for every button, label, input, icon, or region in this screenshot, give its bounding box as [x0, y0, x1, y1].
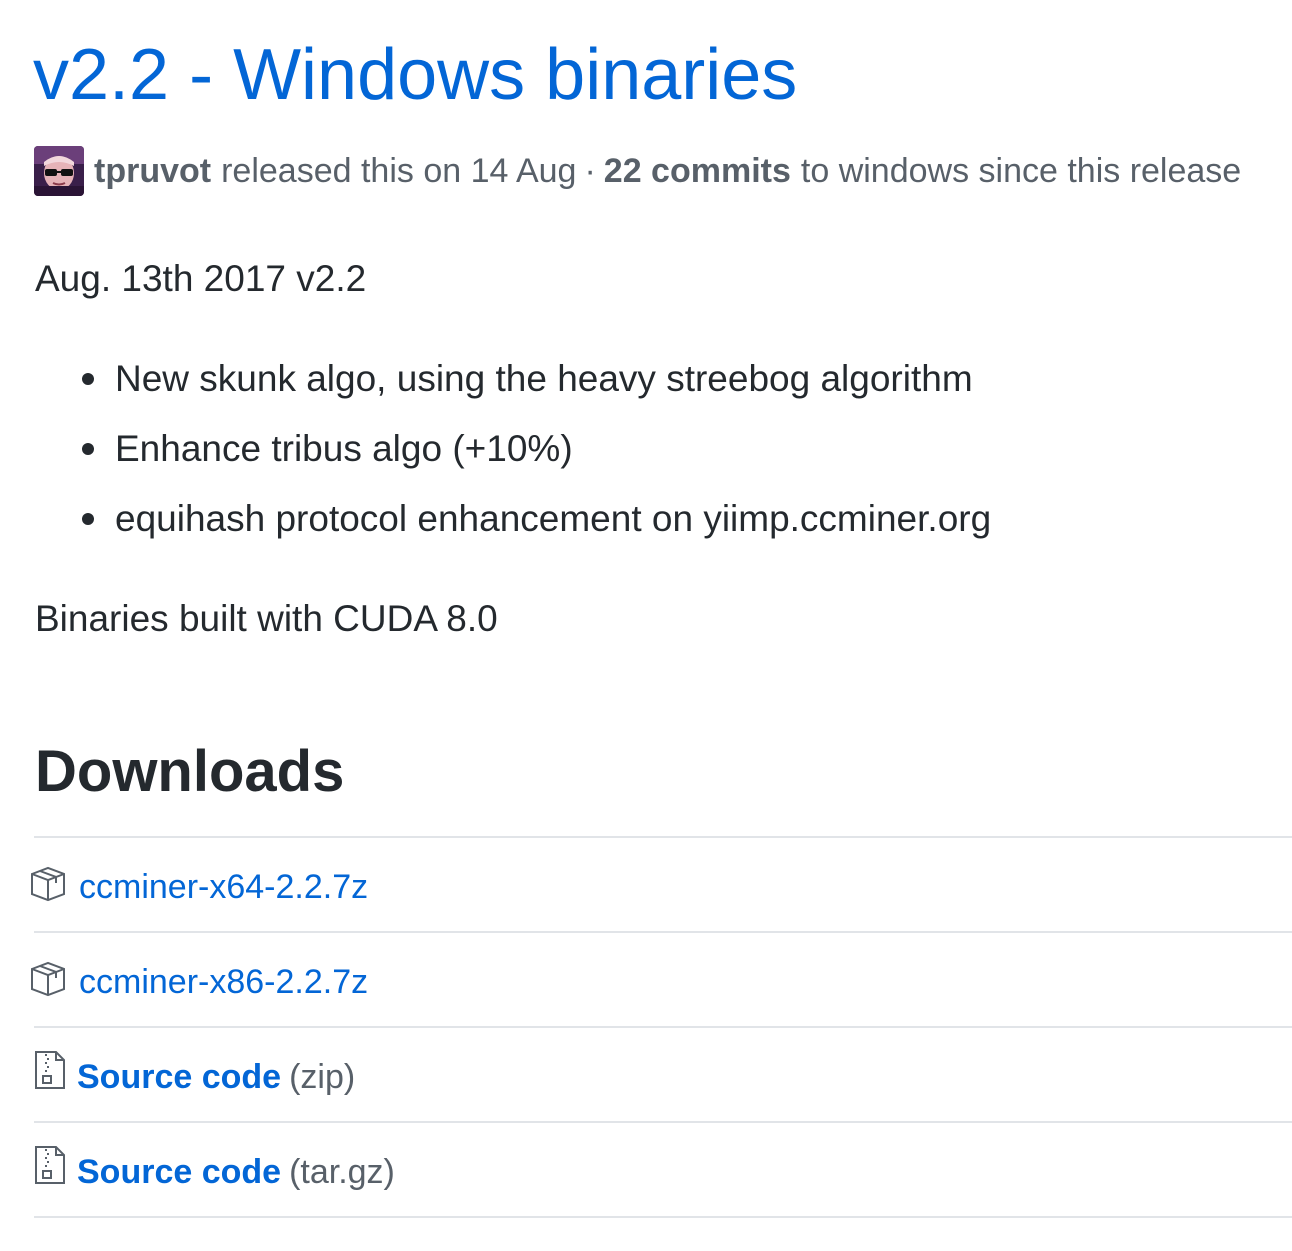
avatar[interactable] — [34, 146, 84, 196]
source-code-zip-link[interactable]: Source code (zip) — [77, 1056, 355, 1098]
bullet-icon — [82, 513, 94, 525]
note-text: New skunk algo, using the heavy streebog… — [115, 358, 973, 399]
package-icon — [31, 866, 65, 902]
source-code-label: Source code — [77, 1058, 282, 1096]
note-text: Enhance tribus algo (+10%) — [115, 428, 573, 469]
source-code-targz-link[interactable]: Source code (tar.gz) — [77, 1151, 395, 1193]
file-zip-icon — [35, 1051, 65, 1089]
download-link-x64[interactable]: ccminer-x64-2.2.7z — [79, 866, 368, 908]
release-meta: tpruvot released this on 14 Aug · 22 com… — [34, 146, 1241, 196]
release-notes-list: New skunk algo, using the heavy streebog… — [82, 356, 991, 566]
note-text: equihash protocol enhancement on yiimp.c… — [115, 498, 992, 539]
source-code-label: Source code — [77, 1153, 282, 1191]
binaries-line: Binaries built with CUDA 8.0 — [35, 598, 498, 639]
downloads-heading: Downloads — [35, 739, 345, 804]
release-date-line: Aug. 13th 2017 v2.2 — [35, 258, 367, 299]
commits-link[interactable]: 22 commits — [604, 152, 791, 191]
bullet-icon — [82, 373, 94, 385]
file-zip-icon — [35, 1146, 65, 1184]
downloads-list: ccminer-x64-2.2.7z ccminer-x86-2.2.7z So… — [31, 836, 1292, 1218]
list-item: New skunk algo, using the heavy streebog… — [82, 356, 991, 426]
format-label: (tar.gz) — [289, 1153, 395, 1191]
list-item: equihash protocol enhancement on yiimp.c… — [82, 496, 991, 566]
download-item: ccminer-x64-2.2.7z — [31, 838, 1292, 933]
download-item: Source code (zip) — [34, 1028, 1292, 1123]
download-item: ccminer-x86-2.2.7z — [31, 933, 1292, 1028]
download-item: Source code (tar.gz) — [34, 1123, 1292, 1218]
meta-separator: · — [584, 151, 596, 190]
bullet-icon — [82, 443, 94, 455]
list-item: Enhance tribus algo (+10%) — [82, 426, 991, 496]
package-icon — [31, 961, 65, 997]
released-text: released this on 14 Aug — [221, 151, 577, 190]
download-link-x86[interactable]: ccminer-x86-2.2.7z — [79, 961, 368, 1003]
format-label: (zip) — [289, 1058, 356, 1096]
commits-suffix: to windows since this release — [800, 151, 1242, 190]
author-link[interactable]: tpruvot — [94, 152, 211, 191]
release-title-link[interactable]: v2.2 - Windows binaries — [33, 30, 797, 120]
release-page: v2.2 - Windows binaries tpruvot released… — [0, 0, 1292, 1251]
